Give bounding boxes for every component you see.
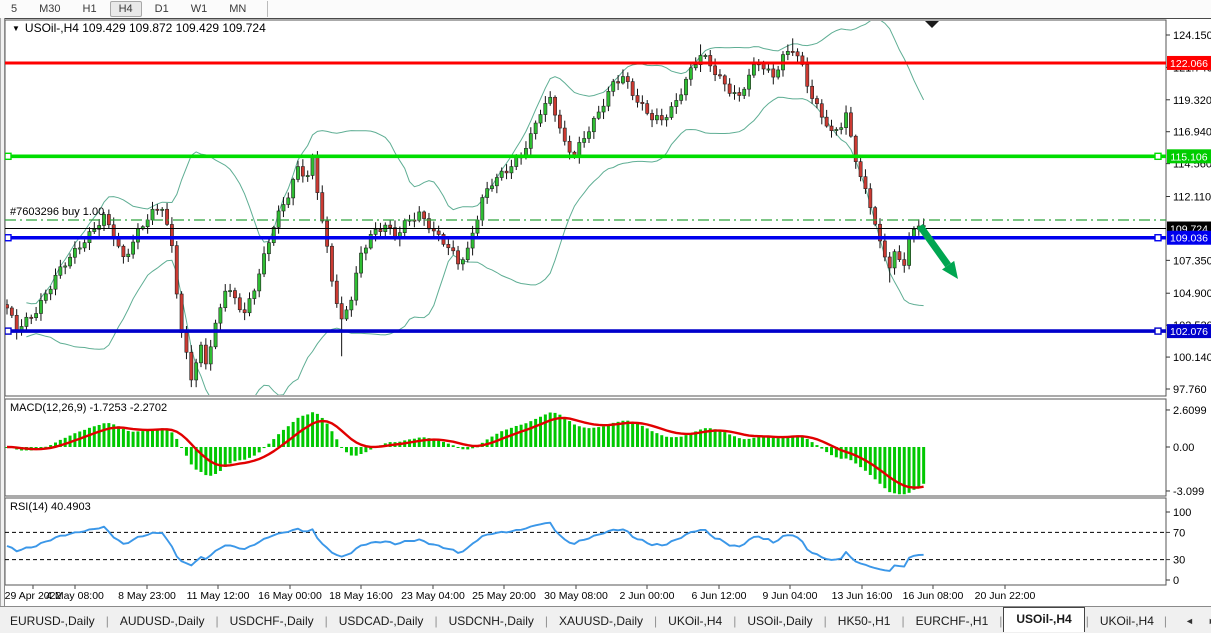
- hline-handle[interactable]: [1155, 153, 1161, 159]
- price-tick: 119.320: [1173, 95, 1211, 107]
- price-badge-label: 109.036: [1170, 233, 1208, 245]
- price-tick: 116.940: [1173, 127, 1211, 139]
- tab-ukoil-h4[interactable]: UKOil-,H4: [658, 611, 732, 631]
- tab-usoil-h4[interactable]: USOil-,H4: [1003, 607, 1084, 632]
- chart-canvas[interactable]: 124.150121.740119.320116.940114.560112.1…: [0, 0, 1211, 633]
- rsi-tick: 70: [1173, 527, 1185, 539]
- date-tick: 18 May 16:00: [329, 590, 393, 602]
- macd-tick: 0.00: [1173, 442, 1194, 454]
- macd-tick: 2.6099: [1173, 405, 1207, 417]
- date-tick: 30 May 08:00: [544, 590, 608, 602]
- date-tick: 9 Jun 04:00: [763, 590, 818, 602]
- tab-scroll-controls: |◄►: [1164, 614, 1211, 628]
- price-tick: 100.140: [1173, 352, 1211, 364]
- hline-handle[interactable]: [5, 235, 11, 241]
- hline-handle[interactable]: [1155, 328, 1161, 334]
- date-tick: 25 May 20:00: [472, 590, 536, 602]
- rsi-panel[interactable]: [5, 498, 1166, 585]
- date-tick: 23 May 04:00: [401, 590, 465, 602]
- date-tick: 16 Jun 08:00: [903, 590, 964, 602]
- chart-title: ▼ USOil-,H4 109.429 109.872 109.429 109.7…: [12, 21, 266, 35]
- rsi-tick: 0: [1173, 575, 1179, 587]
- hline-handle[interactable]: [5, 328, 11, 334]
- tab-eurchf-h1[interactable]: EURCHF-,H1: [906, 611, 999, 631]
- tab-xauusd-daily[interactable]: XAUUSD-,Daily: [549, 611, 653, 631]
- hline-handle[interactable]: [5, 153, 11, 159]
- date-tick: 2 Jun 00:00: [620, 590, 675, 602]
- window-left-edge: [0, 18, 5, 606]
- macd-tick: -3.099: [1173, 486, 1204, 498]
- tab-usdcad-daily[interactable]: USDCAD-,Daily: [329, 611, 434, 631]
- rsi-indicator-label: RSI(14) 40.4903: [10, 501, 91, 513]
- rsi-tick: 30: [1173, 555, 1185, 567]
- macd-panel[interactable]: [5, 399, 1166, 496]
- chart-title-text: USOil-,H4 109.429 109.872 109.429 109.72…: [25, 21, 266, 35]
- price-tick: 112.110: [1173, 192, 1211, 204]
- tab-hk50-h1[interactable]: HK50-,H1: [828, 611, 901, 631]
- price-badge-label: 122.066: [1170, 58, 1208, 70]
- tab-separator: |: [1164, 614, 1167, 628]
- price-tick: 107.350: [1173, 255, 1211, 267]
- tab-eurusd-daily[interactable]: EURUSD-,Daily: [0, 611, 105, 631]
- main-chart-panel[interactable]: [5, 20, 1166, 396]
- price-tick: 97.760: [1173, 384, 1207, 396]
- open-position-label: #7603296 buy 1.00: [10, 206, 104, 218]
- symbol-tab-bar: EURUSD-,Daily|AUDUSD-,Daily|USDCHF-,Dail…: [0, 606, 1211, 633]
- tab-usoil-daily[interactable]: USOil-,Daily: [737, 611, 822, 631]
- tab-usdchf-daily[interactable]: USDCHF-,Daily: [220, 611, 324, 631]
- tab-audusd-daily[interactable]: AUDUSD-,Daily: [110, 611, 215, 631]
- tab-ukoil-h4[interactable]: UKOil-,H4: [1090, 611, 1164, 631]
- date-tick: 11 May 12:00: [187, 590, 250, 602]
- date-tick: 16 May 00:00: [258, 590, 322, 602]
- price-tick: 124.150: [1173, 30, 1211, 42]
- scroll-left-icon[interactable]: ◄: [1185, 616, 1194, 626]
- date-tick: 4 May 08:00: [46, 590, 104, 602]
- rsi-tick: 100: [1173, 507, 1191, 519]
- hline-handle[interactable]: [1155, 235, 1161, 241]
- date-tick: 6 Jun 12:00: [692, 590, 747, 602]
- tab-usdcnh-daily[interactable]: USDCNH-,Daily: [439, 611, 544, 631]
- date-tick: 13 Jun 16:00: [832, 590, 893, 602]
- chevron-down-icon[interactable]: ▼: [12, 24, 20, 33]
- date-tick: 8 May 23:00: [118, 590, 176, 602]
- trading-app-window: 5 M30 H1 H4 D1 W1 MN 124.150121.740119.3…: [0, 0, 1211, 633]
- price-tick: 104.900: [1173, 288, 1211, 300]
- macd-indicator-label: MACD(12,26,9) -1.7253 -2.2702: [10, 402, 167, 414]
- price-badge-label: 115.106: [1170, 151, 1207, 163]
- date-tick: 20 Jun 22:00: [975, 590, 1036, 602]
- price-badge-label: 102.076: [1170, 326, 1208, 338]
